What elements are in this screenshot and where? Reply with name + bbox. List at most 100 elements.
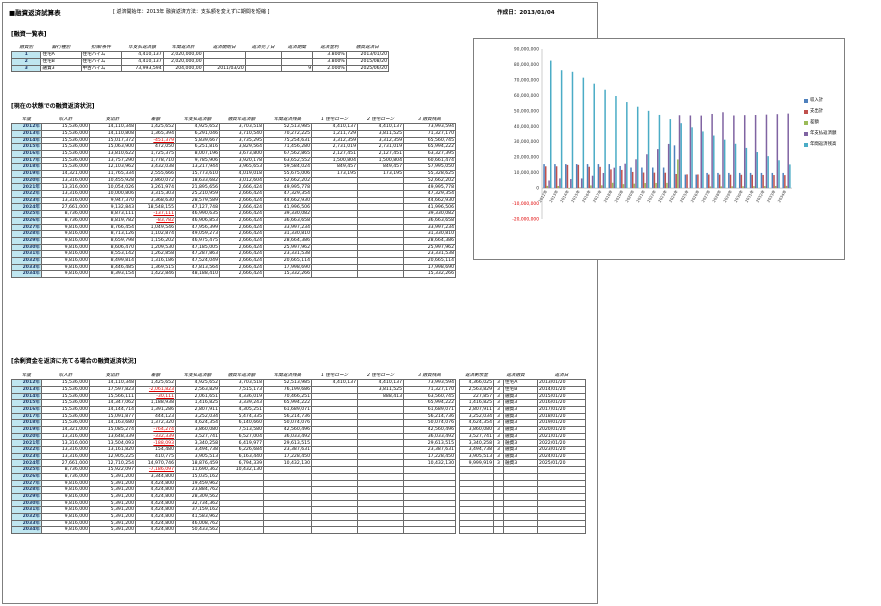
table-cell[interactable]: 3,368,630 <box>135 196 176 205</box>
table-cell[interactable] <box>357 203 404 212</box>
table-cell[interactable]: 31,330,810 <box>403 230 456 238</box>
table-cell[interactable]: 3,905,513 <box>459 452 494 461</box>
table-cell[interactable] <box>311 492 358 501</box>
table-cell[interactable]: 15,536,000 <box>41 129 90 138</box>
row-key-cell[interactable]: 2022年 <box>11 446 42 454</box>
table-cell[interactable]: 33,997,234 <box>263 223 312 232</box>
table-cell[interactable]: 42,560,496 <box>263 426 312 434</box>
table-cell[interactable]: 15,536,000 <box>41 392 90 401</box>
table-cell[interactable]: 15,536,000 <box>41 156 90 165</box>
table-cell[interactable]: 3,012,604 <box>219 176 264 185</box>
table-cell[interactable]: 9,816,000 <box>41 250 90 258</box>
empty-cell[interactable] <box>459 486 494 494</box>
table-cell[interactable] <box>263 492 312 501</box>
table-cell[interactable]: 18,548,155 <box>135 203 176 212</box>
table-cell[interactable]: 173,195 <box>311 170 358 178</box>
table-cell[interactable] <box>263 512 312 521</box>
table-cell[interactable]: 融資3 <box>502 412 539 421</box>
table-cell[interactable]: 2,666,424 <box>219 230 264 238</box>
table-cell[interactable]: 4,424,800 <box>135 486 176 494</box>
table-cell[interactable]: 67,562,865 <box>263 149 312 158</box>
column-header[interactable]: 銀行種別 <box>41 45 81 52</box>
table-cell[interactable]: 2,666,424 <box>219 210 264 218</box>
table-cell[interactable]: -2,061,823 <box>135 385 176 394</box>
table-cell[interactable]: 9 <box>280 64 314 73</box>
table-cell[interactable]: 49,059,273 <box>175 230 220 238</box>
row-key-cell[interactable]: 2029年 <box>11 236 42 245</box>
table-cell[interactable]: 227,857 <box>459 392 494 401</box>
table-cell[interactable] <box>357 196 404 205</box>
table-cell[interactable] <box>263 506 312 514</box>
empty-cell[interactable] <box>459 479 494 488</box>
table-cell[interactable]: 5,391,200 <box>89 492 136 501</box>
column-header[interactable]: 収入計 <box>42 117 90 124</box>
table-cell[interactable]: 4,336,019 <box>219 392 264 401</box>
table-cell[interactable]: 10,432,130 <box>403 459 456 468</box>
table-cell[interactable]: 2025/06/20 <box>345 64 390 73</box>
table-cell[interactable]: 3 <box>493 426 504 434</box>
column-header[interactable]: 支出計 <box>90 373 136 380</box>
row-key-cell[interactable]: 2023年 <box>11 196 42 205</box>
table-cell[interactable]: 19,459,962 <box>175 479 220 488</box>
table-cell[interactable]: 15,536,000 <box>41 143 90 151</box>
row-key-cell[interactable]: 2013年 <box>11 385 42 394</box>
table-cell[interactable]: 融資3 <box>502 432 539 441</box>
table-cell[interactable]: 27,661,000 <box>41 459 90 468</box>
table-cell[interactable]: 9,816,000 <box>41 230 90 238</box>
table-cell[interactable]: 15,536,000 <box>41 385 90 394</box>
table-cell[interactable] <box>357 250 404 258</box>
row-key-cell[interactable]: 2033年 <box>11 263 42 272</box>
table-cell[interactable]: 2,666,424 <box>219 236 264 245</box>
column-header[interactable]: 収入計 <box>42 373 90 380</box>
table-cell[interactable]: 15,536,000 <box>41 149 90 158</box>
table-cell[interactable]: 3 <box>493 446 504 454</box>
table-cell[interactable]: 2,127,451 <box>311 149 358 158</box>
table-cell[interactable]: 71,456,280 <box>263 143 312 151</box>
table-cell[interactable] <box>219 499 264 508</box>
table-cell[interactable]: 13,316,000 <box>41 439 90 448</box>
row-key-cell[interactable]: 2025年 <box>11 466 42 474</box>
table-cell[interactable]: 59,584,024 <box>263 163 312 171</box>
table-cell[interactable]: 5,391,200 <box>89 486 136 494</box>
table-cell[interactable]: 2020/01/20 <box>537 426 587 434</box>
table-cell[interactable]: 12,103,962 <box>89 163 136 171</box>
table-cell[interactable]: 5,391,200 <box>89 472 136 481</box>
table-cell[interactable]: 8,736,000 <box>41 472 90 481</box>
table-cell[interactable]: 5,391,200 <box>89 512 136 521</box>
table-cell[interactable]: 6,419,977 <box>219 439 264 448</box>
table-cell[interactable]: 46,906,853 <box>175 216 220 225</box>
table-cell[interactable]: 15,536,000 <box>41 379 90 387</box>
table-cell[interactable]: 13,217,944 <box>175 163 220 171</box>
table-cell[interactable]: 融資3 <box>40 64 82 73</box>
table-cell[interactable]: 4,624,354 <box>459 419 494 427</box>
table-cell[interactable]: -451,379 <box>135 136 176 145</box>
table-cell[interactable]: 13,316,000 <box>41 190 90 198</box>
table-cell[interactable] <box>357 459 404 468</box>
empty-cell[interactable] <box>502 466 539 474</box>
table-cell[interactable]: 27,661,000 <box>41 203 90 212</box>
column-header[interactable]: 差額 <box>136 117 176 124</box>
table-cell[interactable] <box>357 432 404 441</box>
table-cell[interactable] <box>263 466 312 474</box>
empty-cell[interactable] <box>459 506 494 514</box>
table-cell[interactable]: 1,209,530 <box>135 243 176 252</box>
table-cell[interactable]: 2.000% <box>312 64 347 73</box>
table-cell[interactable]: 8,659,798 <box>89 236 136 245</box>
column-header[interactable]: 返済金利 <box>313 45 347 52</box>
table-cell[interactable]: 6,794,339 <box>219 459 264 468</box>
table-cell[interactable]: 14,110,348 <box>89 123 136 131</box>
table-cell[interactable]: 4,410,137 <box>120 51 164 59</box>
table-cell[interactable]: 5,474,335 <box>219 412 264 421</box>
table-cell[interactable]: 4,424,800 <box>135 526 176 534</box>
table-cell[interactable]: 3 <box>493 379 504 387</box>
table-cell[interactable]: 61,689,071 <box>263 405 312 414</box>
table-cell[interactable]: 2,666,424 <box>219 196 264 205</box>
table-cell[interactable]: 9,816,000 <box>41 506 90 514</box>
row-key-cell[interactable]: 2026年 <box>11 216 42 225</box>
table-cell[interactable]: 9,816,000 <box>41 236 90 245</box>
table-cell[interactable]: 3,710,540 <box>219 129 264 138</box>
table-cell[interactable]: 3,340,258 <box>175 439 220 448</box>
table-cell[interactable]: 14,144,714 <box>89 405 136 414</box>
table-cell[interactable]: 52,662,202 <box>403 176 456 185</box>
table-cell[interactable]: 52,513,985 <box>263 123 312 131</box>
